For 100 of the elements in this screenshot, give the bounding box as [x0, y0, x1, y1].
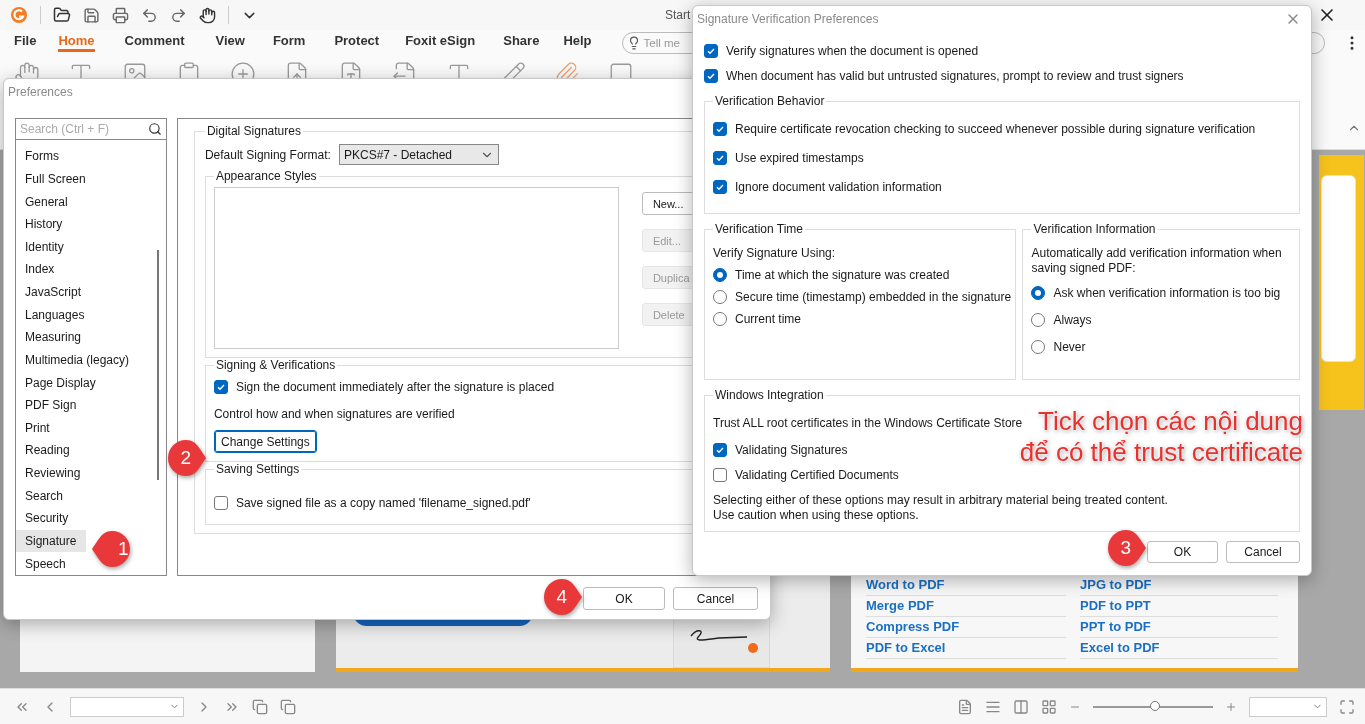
facing-icon[interactable] [1013, 698, 1029, 715]
save-icon[interactable] [83, 6, 100, 24]
menu-tab[interactable]: Help [563, 33, 592, 52]
checkbox[interactable] [213, 380, 228, 394]
category-item[interactable]: Page Display [16, 371, 106, 394]
category-item[interactable]: Security [16, 507, 79, 530]
annotation-text: để có thể trust certificate [1019, 437, 1303, 468]
category-item[interactable]: JavaScript [16, 280, 92, 304]
checkmark-icon [706, 46, 716, 56]
checkmark-icon [715, 124, 725, 134]
tool-link[interactable]: PPT to PDF [1080, 617, 1278, 638]
checkmark-icon [715, 153, 725, 163]
tool-link[interactable]: Compress PDF [866, 617, 1066, 638]
grid-view-icon[interactable] [1041, 698, 1057, 715]
category-item[interactable]: Languages [16, 303, 95, 326]
checkbox[interactable] [713, 122, 727, 136]
radio-label: Secure time (timestamp) embedded in the signature [735, 290, 1012, 304]
category-item[interactable]: Speech [16, 552, 76, 575]
category-item[interactable]: Reading [16, 439, 80, 462]
radio-button[interactable] [1031, 286, 1046, 300]
checkmark-icon [706, 71, 716, 81]
app-logo-icon[interactable] [10, 6, 28, 24]
prompt-text: Trust ALL root certificates in the Windows Certificate Store [713, 416, 1023, 430]
category-item[interactable]: Signature [16, 529, 87, 553]
group-title: Saving Settings [214, 462, 301, 476]
checkmark-icon [715, 182, 725, 192]
checkbox-label: Sign the document immediately after the signature is placed [235, 380, 555, 394]
group-title: Digital Signatures [205, 124, 302, 138]
category-item[interactable]: Identity [16, 235, 74, 259]
checkbox[interactable] [704, 44, 718, 58]
menu-tab[interactable]: File [14, 33, 37, 52]
radio-button[interactable] [713, 290, 727, 304]
category-item[interactable]: Full Screen [16, 167, 96, 191]
group-title: Signing & Verifications [214, 358, 337, 372]
group-title: Verification Information [1032, 222, 1157, 236]
checkbox[interactable] [713, 180, 727, 194]
redo-icon[interactable] [170, 6, 187, 24]
checkmark-icon [215, 382, 226, 392]
category-item[interactable]: Reviewing [16, 461, 91, 485]
fullscreen-icon[interactable] [1339, 698, 1355, 715]
radio-label: Ask when verification information is too big [1053, 286, 1281, 300]
page-field[interactable] [70, 696, 184, 717]
cancel-button[interactable]: Cancel [1226, 541, 1300, 563]
checkbox[interactable] [213, 496, 228, 510]
menu-tab[interactable]: Comment [124, 33, 185, 52]
checkbox[interactable] [713, 443, 727, 457]
menu-tab[interactable]: Foxit eSign [405, 33, 476, 52]
hand-icon[interactable] [199, 6, 216, 24]
category-item[interactable]: General [16, 190, 78, 213]
category-item[interactable]: Measuring [16, 326, 92, 349]
category-item[interactable]: Search [16, 484, 74, 507]
category-item[interactable]: PDF Sign [16, 393, 87, 417]
radio-button[interactable] [1031, 313, 1046, 327]
undo-icon[interactable] [141, 6, 158, 24]
radio-label: Current time [735, 312, 802, 326]
dialog-title: Signature Verification Preferences [697, 12, 879, 26]
menu-tab[interactable]: View [215, 33, 245, 52]
checkbox[interactable] [713, 468, 727, 482]
menu-tab[interactable]: Protect [334, 33, 380, 52]
checkbox-label: Validating Signatures [735, 443, 848, 457]
category-item[interactable]: Print [16, 416, 60, 440]
single-page-icon[interactable] [957, 698, 973, 715]
checkbox-label: Require certificate revocation checking to succeed whenever possible during signature verification [735, 122, 1256, 136]
zoom-in-icon[interactable] [1225, 700, 1237, 713]
tool-link[interactable]: Excel to PDF [1080, 638, 1278, 659]
radio-label: Never [1053, 340, 1086, 354]
menu-tab[interactable]: Share [503, 33, 540, 52]
slider-thumb[interactable] [1150, 700, 1161, 711]
category-item[interactable]: History [16, 212, 73, 236]
description-text: Control how and when signatures are verified [213, 407, 455, 421]
cancel-button[interactable]: Cancel [673, 587, 758, 610]
menu-tab[interactable]: Form [272, 33, 306, 52]
window-title: Start [665, 8, 691, 22]
print-icon[interactable] [112, 6, 129, 24]
checkmark-icon [715, 445, 725, 455]
folder-icon[interactable] [53, 6, 71, 24]
change-settings-button[interactable]: Change Settings [213, 430, 317, 453]
ok-button[interactable]: OK [1147, 541, 1218, 563]
dialog-title: Preferences [8, 85, 73, 99]
category-item[interactable]: Forms [16, 145, 69, 168]
checkbox-label: Validating Certified Documents [735, 468, 899, 482]
checkbox-label: Ignore document validation information [735, 180, 942, 194]
tool-link[interactable]: PDF to Excel [866, 638, 1066, 659]
category-item[interactable]: Index [16, 258, 65, 281]
checkbox[interactable] [704, 69, 718, 83]
ok-button[interactable]: OK [583, 587, 665, 610]
zoom-field[interactable] [1249, 696, 1327, 717]
radio-button[interactable] [1031, 340, 1046, 354]
tool-link[interactable]: Merge PDF [866, 596, 1066, 617]
radio-button[interactable] [713, 312, 727, 326]
tool-link[interactable]: PDF to PPT [1080, 596, 1278, 617]
annotation-text: Tick chọn các nội dung [1038, 406, 1303, 437]
copy-view-icon[interactable] [280, 698, 296, 715]
warning-text: Selecting either of these options may result in arbitrary material being treated content. Use caution when using these options. [713, 493, 1169, 523]
radio-button[interactable] [713, 268, 727, 282]
category-item[interactable]: Multimedia (legacy) [16, 348, 140, 372]
format-select[interactable]: PKCS#7 - Detached [338, 144, 499, 165]
checkbox[interactable] [713, 151, 727, 165]
rotate-view-icon[interactable] [252, 698, 268, 715]
group-title: Windows Integration [714, 388, 825, 402]
